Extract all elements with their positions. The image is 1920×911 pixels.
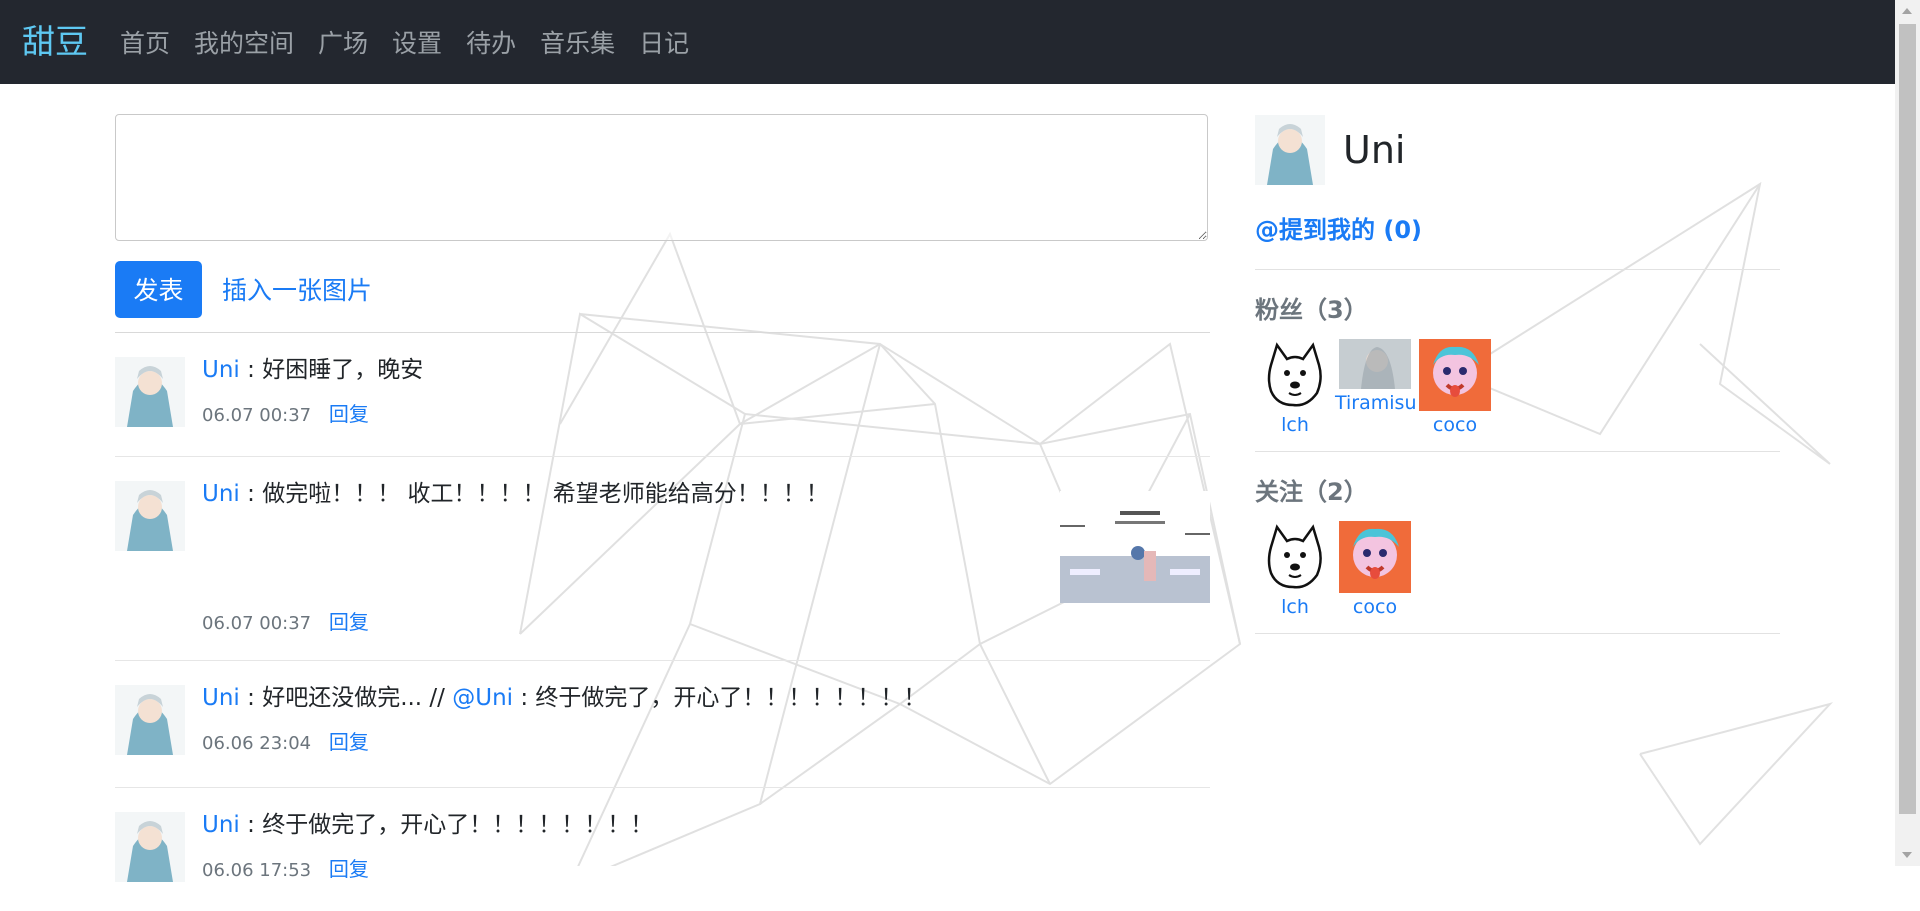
insert-image-link[interactable]: 插入一张图片 xyxy=(222,271,372,307)
nav-item-diary[interactable]: 日记 xyxy=(639,26,689,62)
profile-header: Uni xyxy=(1255,114,1780,186)
user-name[interactable]: coco xyxy=(1335,595,1415,619)
user-card[interactable]: coco xyxy=(1415,339,1495,437)
post-meta: 06.06 17:53 回复 xyxy=(202,856,1210,884)
avatar xyxy=(1339,339,1411,389)
post-button[interactable]: 发表 xyxy=(115,260,202,318)
reply-link[interactable]: 回复 xyxy=(329,730,369,754)
post-author-link[interactable]: Uni xyxy=(202,812,240,838)
post-content: Uni : 好困睡了，晚安 xyxy=(202,353,1210,387)
following-list: lch coco xyxy=(1255,521,1780,619)
post-separator: : xyxy=(239,812,263,838)
nav-item-todo[interactable]: 待办 xyxy=(466,26,516,62)
post-separator: : xyxy=(239,685,263,711)
post-content: Uni : 好吧还没做完... // @Uni : 终于做完了，开心了！！！！！… xyxy=(202,681,1210,715)
fans-title: 粉丝（3） xyxy=(1255,296,1368,324)
post-text: 做完啦！！！ 收工！！！！ 希望老师能给高分！！！！ xyxy=(262,481,829,507)
user-card[interactable]: lch xyxy=(1255,521,1335,619)
avatar[interactable] xyxy=(115,357,185,427)
divider xyxy=(1255,633,1780,634)
fans-list: lch Tiramisu coco xyxy=(1255,339,1780,437)
post-author-link[interactable]: Uni xyxy=(202,481,240,507)
post-content: Uni : 终于做完了，开心了！！！！！！！！ xyxy=(202,808,1210,842)
user-card[interactable]: lch xyxy=(1255,339,1335,437)
top-navbar: 甜豆 首页 我的空间 广场 设置 待办 音乐集 日记 xyxy=(0,0,1895,84)
post-meta: 06.06 23:04 回复 xyxy=(202,729,1210,757)
einstein-avatar-icon xyxy=(1339,521,1411,593)
nav-menu: 首页 我的空间 广场 设置 待办 音乐集 日记 xyxy=(120,26,713,62)
avatar[interactable] xyxy=(115,685,185,755)
brand-logo[interactable]: 甜豆 xyxy=(22,22,88,62)
post-content: Uni : 做完啦！！！ 收工！！！！ 希望老师能给高分！！！！ xyxy=(202,477,1210,511)
profile-avatar[interactable] xyxy=(1255,115,1325,185)
post-time: 06.06 17:53 xyxy=(202,860,312,881)
post-author-link[interactable]: Uni xyxy=(202,685,240,711)
user-card[interactable]: coco xyxy=(1335,521,1415,619)
post-meta: 06.07 00:37 回复 xyxy=(202,401,1210,429)
post-author-link[interactable]: Uni xyxy=(202,357,240,383)
doge-avatar-icon xyxy=(1259,521,1331,593)
post-separator: : xyxy=(239,357,263,383)
reply-link[interactable]: 回复 xyxy=(329,402,369,426)
post-time: 06.07 00:37 xyxy=(202,613,312,634)
post-time: 06.07 00:37 xyxy=(202,405,312,426)
nav-item-square[interactable]: 广场 xyxy=(318,26,368,62)
user-name[interactable]: lch xyxy=(1255,413,1335,437)
avatar[interactable] xyxy=(115,812,185,882)
user-name[interactable]: Tiramisu xyxy=(1335,391,1416,415)
following-title: 关注（2） xyxy=(1255,478,1368,506)
divider xyxy=(1255,451,1780,452)
post-text-quoted: : 终于做完了，开心了！！！！！！！！ xyxy=(513,685,927,711)
post-item: Uni : 做完啦！！！ 收工！！！！ 希望老师能给高分！！！！ 06.07 0… xyxy=(115,457,1210,661)
user-name[interactable]: coco xyxy=(1415,413,1495,437)
post-item: Uni : 好困睡了，晚安 06.07 00:37 回复 xyxy=(115,333,1210,457)
post-time: 06.06 23:04 xyxy=(202,733,312,754)
doge-avatar-icon xyxy=(1259,339,1331,411)
vertical-scrollbar[interactable] xyxy=(1895,0,1920,866)
nav-item-settings[interactable]: 设置 xyxy=(392,26,442,62)
post-text: 好困睡了，晚安 xyxy=(262,357,424,383)
nav-item-music[interactable]: 音乐集 xyxy=(540,26,615,62)
profile-sidebar: Uni @提到我的 (0) 粉丝（3） lch Tiramisu coco 关注… xyxy=(1255,114,1780,634)
avatar[interactable] xyxy=(115,481,185,551)
post-meta: 06.07 00:37 回复 xyxy=(202,609,1210,637)
post-separator: : xyxy=(239,481,263,507)
post-textarea[interactable] xyxy=(115,114,1208,241)
post-item: Uni : 好吧还没做完... // @Uni : 终于做完了，开心了！！！！！… xyxy=(115,661,1210,788)
scroll-up-arrow-icon[interactable] xyxy=(1902,8,1912,14)
user-card[interactable]: Tiramisu xyxy=(1335,339,1416,415)
mentions-link[interactable]: @提到我的 (0) xyxy=(1255,210,1780,245)
divider xyxy=(1255,269,1780,270)
user-name[interactable]: lch xyxy=(1255,595,1335,619)
mention-link[interactable]: @Uni xyxy=(452,685,513,711)
reply-link[interactable]: 回复 xyxy=(329,610,369,634)
einstein-avatar-icon xyxy=(1419,339,1491,411)
post-text: 好吧还没做完... // xyxy=(262,685,453,711)
nav-item-home[interactable]: 首页 xyxy=(120,26,170,62)
post-item: Uni : 终于做完了，开心了！！！！！！！！ 06.06 17:53 回复 xyxy=(115,788,1210,911)
nav-item-my-space[interactable]: 我的空间 xyxy=(194,26,294,62)
composer-actions: 发表 插入一张图片 xyxy=(115,260,1210,318)
reply-link[interactable]: 回复 xyxy=(329,857,369,881)
scrollbar-thumb[interactable] xyxy=(1899,24,1916,814)
scroll-down-arrow-icon[interactable] xyxy=(1902,852,1912,858)
profile-username: Uni xyxy=(1343,128,1406,172)
feed-column: 发表 插入一张图片 Uni : 好困睡了，晚安 06.07 00:37 回复 U… xyxy=(115,114,1210,911)
post-image-thumbnail[interactable] xyxy=(1060,491,1210,603)
post-text: 终于做完了，开心了！！！！！！！！ xyxy=(262,812,654,838)
